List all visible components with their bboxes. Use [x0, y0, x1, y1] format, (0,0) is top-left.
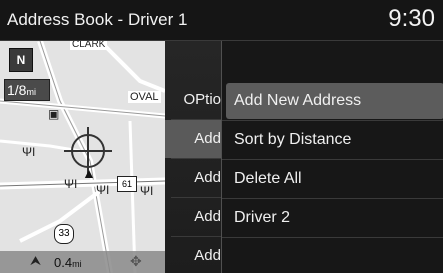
distance-value: 0.4 [54, 255, 73, 270]
divider [222, 120, 443, 121]
page-title: Address Book - Driver 1 [7, 10, 188, 29]
divider [222, 237, 443, 238]
scale-unit: mi [26, 87, 36, 97]
street-label-clark: CLARK [70, 41, 108, 50]
distance-readout: 0.4mi [54, 255, 82, 270]
back-menu-item-add[interactable]: Add [165, 159, 221, 197]
options-menu-panel: Add New Address Sort by Distance Delete … [221, 41, 443, 273]
menu-item-delete-all[interactable]: Delete All [226, 161, 443, 197]
navigation-arrow-icon: ⮝ [30, 253, 42, 268]
menu-item-driver-2[interactable]: Driver 2 [226, 200, 443, 236]
menu-item-add-new-address[interactable]: Add New Address [226, 83, 443, 119]
map-view[interactable]: N 1/8mi CLARK OVAL ΨΙ ▣ ΨΙ ΨΙ ΨΙ ▲ 61 33… [0, 41, 165, 273]
street-label-oval: OVAL [128, 91, 161, 103]
divider [222, 159, 443, 160]
address-book-screen: Address Book - Driver 1 9:30 N 1/8mi CLA… [0, 0, 443, 273]
scale-value: 1/8 [7, 82, 27, 98]
vehicle-position-icon: ▲ [82, 165, 96, 181]
restaurant-icon: ΨΙ [96, 183, 110, 197]
restaurant-icon: ΨΙ [64, 177, 78, 191]
back-menu-panel: OPtio Add Add Add Add [165, 41, 221, 273]
parking-icon: ▣ [48, 107, 60, 121]
scroll-icon[interactable]: ✥ [130, 253, 142, 270]
map-scale-badge[interactable]: 1/8mi [4, 79, 50, 101]
highway-shield-33: 33 [54, 224, 74, 244]
title-bar: Address Book - Driver 1 9:30 [0, 0, 443, 41]
north-arrow-icon[interactable]: N [9, 48, 33, 72]
restaurant-icon: ΨΙ [140, 184, 154, 198]
divider [222, 198, 443, 199]
menu-item-sort-by-distance[interactable]: Sort by Distance [226, 122, 443, 158]
back-menu-item-add[interactable]: Add [165, 120, 221, 158]
route-shield-61: 61 [117, 176, 137, 192]
back-menu-item-options[interactable]: OPtio [165, 81, 221, 119]
clock: 9:30 [388, 5, 435, 32]
restaurant-icon: ΨΙ [22, 145, 36, 159]
distance-unit: mi [72, 259, 82, 269]
back-menu-item-add[interactable]: Add [165, 198, 221, 236]
back-menu-item-add[interactable]: Add [165, 237, 221, 273]
